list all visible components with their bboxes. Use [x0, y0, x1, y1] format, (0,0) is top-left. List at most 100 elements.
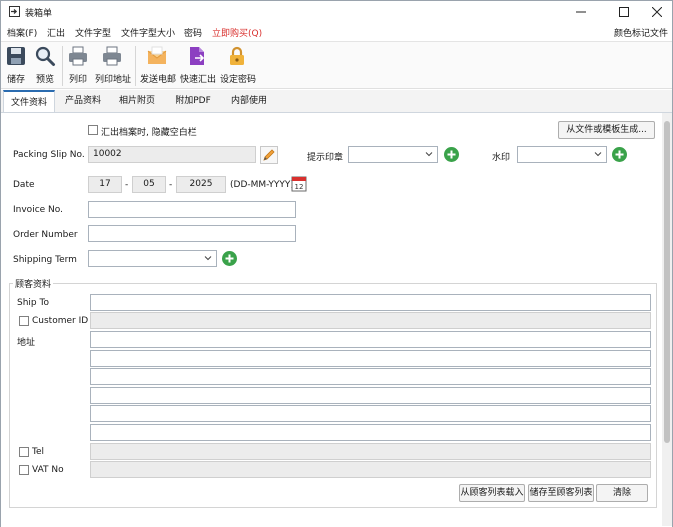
print-tool-button[interactable]: 列印 — [67, 45, 89, 85]
app-icon — [9, 6, 20, 17]
add-stamp-button[interactable] — [444, 147, 459, 162]
customer-group-title: 顾客资料 — [13, 277, 54, 290]
title-bar: 装箱单 — [1, 1, 672, 23]
ship-to-field[interactable] — [90, 294, 651, 311]
tab-photo-attachment[interactable]: 相片附页 — [111, 90, 163, 112]
close-icon — [651, 6, 663, 18]
chevron-down-icon — [594, 152, 602, 157]
magnifier-icon — [35, 46, 55, 66]
menu-buy-now[interactable]: 立即购买(Q) — [212, 26, 262, 39]
tab-bar: 文件资料 产品资料 相片附页 附加PDF 内部使用 — [1, 90, 672, 112]
print-address-tool-button[interactable]: 列印地址 — [95, 45, 132, 85]
preview-tool-label: 预览 — [35, 75, 54, 85]
print-tool-label: 列印 — [68, 75, 87, 85]
address-line-3[interactable] — [90, 368, 651, 385]
toolbar: 储存 预览 列印 列印地址 发送电邮 快速汇出 设定密码 — [1, 41, 672, 89]
date-separator: - — [125, 180, 129, 190]
vat-field — [90, 461, 651, 478]
watermark-select[interactable] — [517, 146, 607, 163]
send-email-tool-label: 发送电邮 — [140, 75, 177, 85]
send-email-tool-button[interactable]: 发送电邮 — [140, 45, 177, 85]
clear-button[interactable]: 清除 — [596, 484, 648, 502]
watermark-label: 水印 — [492, 153, 511, 163]
date-month-field[interactable]: 05 — [132, 176, 166, 193]
tel-checkbox[interactable] — [19, 447, 29, 457]
hide-blank-label: 汇出档案时, 隐藏空白栏 — [101, 128, 197, 138]
set-password-tool-button[interactable]: 设定密码 — [220, 45, 257, 85]
save-tool-button[interactable]: 储存 — [5, 45, 27, 85]
date-separator: - — [169, 180, 173, 190]
print-address-tool-label: 列印地址 — [95, 75, 132, 85]
edit-packing-slip-button[interactable] — [260, 146, 278, 164]
floppy-disk-icon — [7, 47, 25, 65]
order-number-field[interactable] — [88, 225, 296, 242]
generate-from-template-button[interactable]: 从文件或模板生成... — [558, 121, 655, 139]
order-number-label: Order Number — [13, 230, 78, 240]
customer-id-label: Customer ID — [32, 316, 89, 326]
shipping-term-select[interactable] — [88, 250, 217, 267]
vat-label: VAT No — [32, 465, 64, 475]
add-watermark-button[interactable] — [612, 147, 627, 162]
menu-font[interactable]: 文件字型 — [75, 26, 111, 39]
set-password-tool-label: 设定密码 — [220, 75, 257, 85]
scrollbar-thumb[interactable] — [664, 121, 670, 443]
pencil-icon — [263, 149, 275, 161]
menu-bar: 档案(F) 汇出 文件字型 文件字型大小 密码 立即购买(Q) 颜色标记文件 — [1, 23, 672, 41]
tab-document-info[interactable]: 文件资料 — [3, 90, 55, 112]
add-shipping-term-button[interactable] — [222, 251, 237, 266]
date-day-field[interactable]: 17 — [88, 176, 122, 193]
quick-export-tool-button[interactable]: 快速汇出 — [180, 45, 217, 85]
invoice-number-field[interactable] — [88, 201, 296, 218]
close-button[interactable] — [641, 1, 673, 23]
chevron-down-icon — [425, 152, 433, 157]
address-label: 地址 — [17, 338, 36, 348]
lock-icon — [230, 46, 244, 65]
maximize-button[interactable] — [604, 1, 644, 23]
save-to-customer-list-button[interactable]: 储存至顾客列表 — [528, 484, 594, 502]
address-line-4[interactable] — [90, 387, 651, 404]
tab-attach-pdf[interactable]: 附加PDF — [165, 90, 221, 112]
app-window: 装箱单 档案(F) 汇出 文件字型 文件字型大小 密码 立即购买(Q) 颜色标记… — [0, 0, 673, 527]
stamp-label: 提示印章 — [307, 153, 344, 163]
address-line-1[interactable] — [90, 331, 651, 348]
address-line-6[interactable] — [90, 424, 651, 441]
menu-export[interactable]: 汇出 — [47, 26, 65, 39]
packing-slip-label: Packing Slip No. — [13, 150, 85, 160]
tab-internal-use[interactable]: 内部使用 — [223, 90, 275, 112]
menu-color-mark[interactable]: 颜色标记文件 — [614, 26, 668, 39]
date-year-field[interactable]: 2025 — [176, 176, 226, 193]
tel-field — [90, 443, 651, 460]
calendar-button[interactable]: 12 — [291, 175, 307, 192]
save-tool-label: 储存 — [6, 75, 25, 85]
invoice-label: Invoice No. — [13, 205, 63, 215]
tab-product-info[interactable]: 产品资料 — [57, 90, 109, 112]
toolbar-separator — [135, 46, 136, 86]
quick-export-tool-label: 快速汇出 — [180, 75, 217, 85]
customer-id-checkbox[interactable] — [19, 316, 29, 326]
calendar-day-text: 12 — [295, 183, 304, 191]
calendar-icon: 12 — [291, 176, 307, 192]
plus-icon — [615, 150, 624, 159]
maximize-icon — [619, 7, 629, 17]
printer-icon — [69, 46, 87, 66]
date-label: Date — [13, 180, 35, 190]
toolbar-separator — [62, 46, 63, 86]
envelope-icon — [147, 46, 167, 64]
printer-icon — [103, 46, 121, 66]
date-format-hint: (DD-MM-YYYY) — [230, 180, 294, 190]
shipping-term-label: Shipping Term — [13, 255, 77, 265]
minimize-button[interactable] — [561, 1, 601, 23]
stamp-select[interactable] — [348, 146, 438, 163]
address-line-2[interactable] — [90, 350, 651, 367]
address-line-5[interactable] — [90, 405, 651, 422]
menu-file[interactable]: 档案(F) — [7, 26, 37, 39]
hide-blank-checkbox[interactable] — [88, 125, 98, 135]
plus-icon — [225, 254, 234, 263]
packing-slip-field: 10002 — [88, 146, 256, 163]
menu-font-size[interactable]: 文件字型大小 — [121, 26, 175, 39]
load-from-customer-list-button[interactable]: 从顾客列表载入 — [459, 484, 525, 502]
vat-checkbox[interactable] — [19, 465, 29, 475]
menu-password[interactable]: 密码 — [184, 26, 202, 39]
preview-tool-button[interactable]: 预览 — [34, 45, 56, 85]
tel-label: Tel — [32, 447, 45, 457]
